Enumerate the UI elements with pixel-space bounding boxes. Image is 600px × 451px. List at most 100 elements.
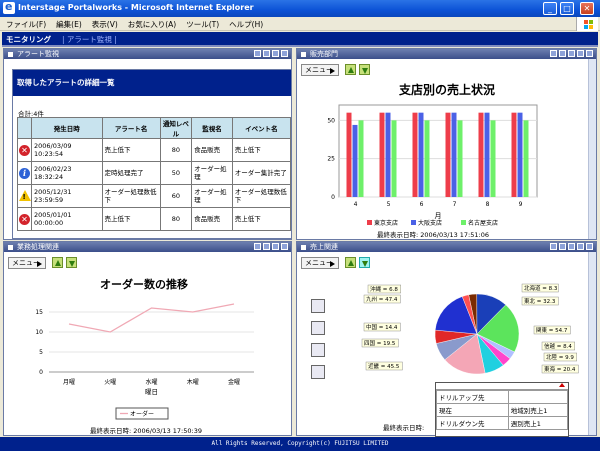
drill-value: 週別売上1	[507, 416, 569, 430]
sales-menu-button[interactable]: メニュー	[301, 64, 339, 76]
legend-label: 名古屋支店	[468, 219, 498, 227]
book-icon[interactable]	[311, 365, 325, 379]
plot-area	[338, 104, 538, 198]
maximize-button[interactable]: □	[560, 2, 574, 15]
header-title[interactable]: モニタリング	[6, 34, 51, 45]
refresh-icon[interactable]	[311, 321, 325, 335]
panel-minimize-icon[interactable]	[568, 50, 575, 57]
cell-alert-name: 売上低下	[101, 207, 161, 231]
drill-label: ドリルアップ先	[436, 390, 509, 404]
sales-last-updated: 最終表示日時: 2006/03/13 17:51:06	[377, 231, 489, 239]
drill-row[interactable]: 現在 地域別売上1	[436, 403, 569, 417]
drill-up-button[interactable]	[345, 257, 356, 268]
cell-level: 80	[159, 138, 193, 162]
drill-down-button[interactable]	[66, 257, 77, 268]
panel-close-icon[interactable]	[281, 50, 288, 57]
panel-help-icon[interactable]	[254, 243, 261, 250]
table-row[interactable]: ✕ 2006/03/09 10:23:54 売上低下 80 食品販売 売上低下	[17, 138, 292, 162]
page-footer: All Rights Reserved, Copyright(c) FUJITS…	[0, 437, 600, 451]
x-tick-label: 7	[453, 201, 457, 208]
drill-table: ドリルアップ先 現在 地域別売上1 ドリルダウン先 週別売上1	[436, 390, 569, 430]
menu-view[interactable]: 表示(V)	[86, 17, 122, 30]
popup-collapse-icon[interactable]	[559, 383, 565, 387]
alert-panel-header: アラート監視	[4, 49, 291, 59]
header-sub[interactable]: | アラート監視 |	[62, 34, 117, 45]
pie-label: 関東 = 54.7	[536, 326, 568, 334]
panel-help-icon[interactable]	[550, 243, 557, 250]
uriage-menu-button[interactable]: メニュー	[301, 257, 339, 269]
cell-date: 2005/01/01 00:00:00	[31, 207, 103, 231]
pie-label: 信越 = 8.4	[544, 342, 572, 350]
table-row[interactable]: i 2006/02/23 18:32:24 定時処理完了 50 オーダー処理 オ…	[17, 161, 292, 185]
menu-edit[interactable]: 編集(E)	[50, 17, 86, 30]
y-tick-label: 5	[39, 349, 43, 356]
app-header: モニタリング | アラート監視 |	[2, 32, 598, 45]
cell-alert-name: 定時処理完了	[101, 161, 161, 185]
drill-down-button[interactable]	[359, 257, 370, 268]
chart-title: オーダー数の推移	[100, 277, 188, 291]
panel-minimize-icon[interactable]	[263, 50, 270, 57]
x-tick-label: 金曜	[228, 378, 240, 386]
panel-minimize-icon[interactable]	[568, 243, 575, 250]
col-monitor[interactable]: 監視名	[191, 117, 233, 139]
pie-label: 九州 = 47.4	[366, 295, 398, 303]
cell-level: 60	[159, 184, 193, 208]
panel-help-icon[interactable]	[254, 50, 261, 57]
x-tick-label: 9	[519, 201, 523, 208]
panel-maximize-icon[interactable]	[272, 50, 279, 57]
cell-event: 売上低下	[231, 207, 292, 231]
uriage-panel-title: 売上関連	[310, 243, 338, 251]
col-level[interactable]: 通知レベル	[159, 117, 193, 139]
sales-bar-chart: 支店別の売上状況 0 25 50 4 5 6 7 8 9 月東京支店 大阪支店 名古屋支店	[327, 82, 538, 227]
business-panel-header: 業務処理関連	[4, 242, 291, 252]
drill-label: ドリルダウン先	[436, 416, 509, 430]
sales-panel: 販売部門 メニュー 支店別の売上状況 0 25 50 4 5 6 7 8 9 月東京支店 大阪支店 名古…	[296, 48, 597, 240]
drill-row[interactable]: ドリルアップ先	[436, 390, 569, 404]
menu-help[interactable]: ヘルプ(H)	[223, 17, 267, 30]
menu-favorites[interactable]: お気に入り(A)	[122, 17, 180, 30]
menu-file[interactable]: ファイル(F)	[0, 17, 50, 30]
bar	[451, 112, 457, 197]
drill-down-button[interactable]	[359, 64, 370, 75]
chart-type-icon[interactable]	[311, 299, 325, 313]
panel-help-icon[interactable]	[550, 50, 557, 57]
minimize-button[interactable]: _	[543, 2, 557, 15]
sales-panel-header: 販売部門	[297, 49, 596, 59]
search-icon[interactable]	[311, 343, 325, 357]
bar	[346, 112, 352, 197]
panel-maximize-icon[interactable]	[272, 243, 279, 250]
menu-tools[interactable]: ツール(T)	[180, 17, 223, 30]
drill-value: 地域別売上1	[507, 403, 569, 417]
col-date[interactable]: 発生日時	[31, 117, 103, 139]
panel-close-icon[interactable]	[586, 50, 593, 57]
panel-maximize-icon[interactable]	[577, 50, 584, 57]
x-tick-label: 8	[486, 201, 490, 208]
col-alert-name[interactable]: アラート名	[101, 117, 161, 139]
alert-detail-box: 取得したアラートの詳細一覧 合計:4件 発生日時 アラート名 通知レベル 監視名…	[12, 69, 292, 239]
business-menu-button[interactable]: メニュー	[8, 257, 46, 269]
col-event[interactable]: イベント名	[231, 117, 292, 139]
pie-label: 沖縄 = 6.8	[370, 285, 398, 293]
table-row[interactable]: ✕ 2005/01/01 00:00:00 売上低下 80 食品販売 売上低下	[17, 207, 292, 231]
window-title-bar: Interstage Portalworks - Microsoft Inter…	[0, 0, 600, 17]
bar	[352, 124, 358, 197]
panel-close-icon[interactable]	[586, 243, 593, 250]
close-button[interactable]: ✕	[580, 2, 594, 15]
drill-row[interactable]: ドリルダウン先 週別売上1	[436, 416, 569, 430]
panel-close-icon[interactable]	[281, 243, 288, 250]
info-icon: i	[19, 167, 30, 179]
panel-maximize-icon[interactable]	[577, 243, 584, 250]
table-row[interactable]: ! 2005/12/31 23:59:59 オーダー処理数低下 60 オーダー処…	[17, 184, 292, 208]
cell-event: 売上低下	[231, 138, 292, 162]
sales-scrollbar[interactable]	[588, 59, 596, 239]
pie-label: 北陸 = 9.9	[546, 353, 574, 361]
panel-filter-icon[interactable]	[559, 50, 566, 57]
drill-up-button[interactable]	[52, 257, 63, 268]
cell-monitor: 食品販売	[191, 207, 233, 231]
x-tick-label: 木曜	[187, 378, 199, 386]
bar	[445, 112, 451, 197]
panel-filter-icon[interactable]	[559, 243, 566, 250]
panel-minimize-icon[interactable]	[263, 243, 270, 250]
uriage-scrollbar[interactable]	[588, 252, 596, 435]
drill-up-button[interactable]	[345, 64, 356, 75]
